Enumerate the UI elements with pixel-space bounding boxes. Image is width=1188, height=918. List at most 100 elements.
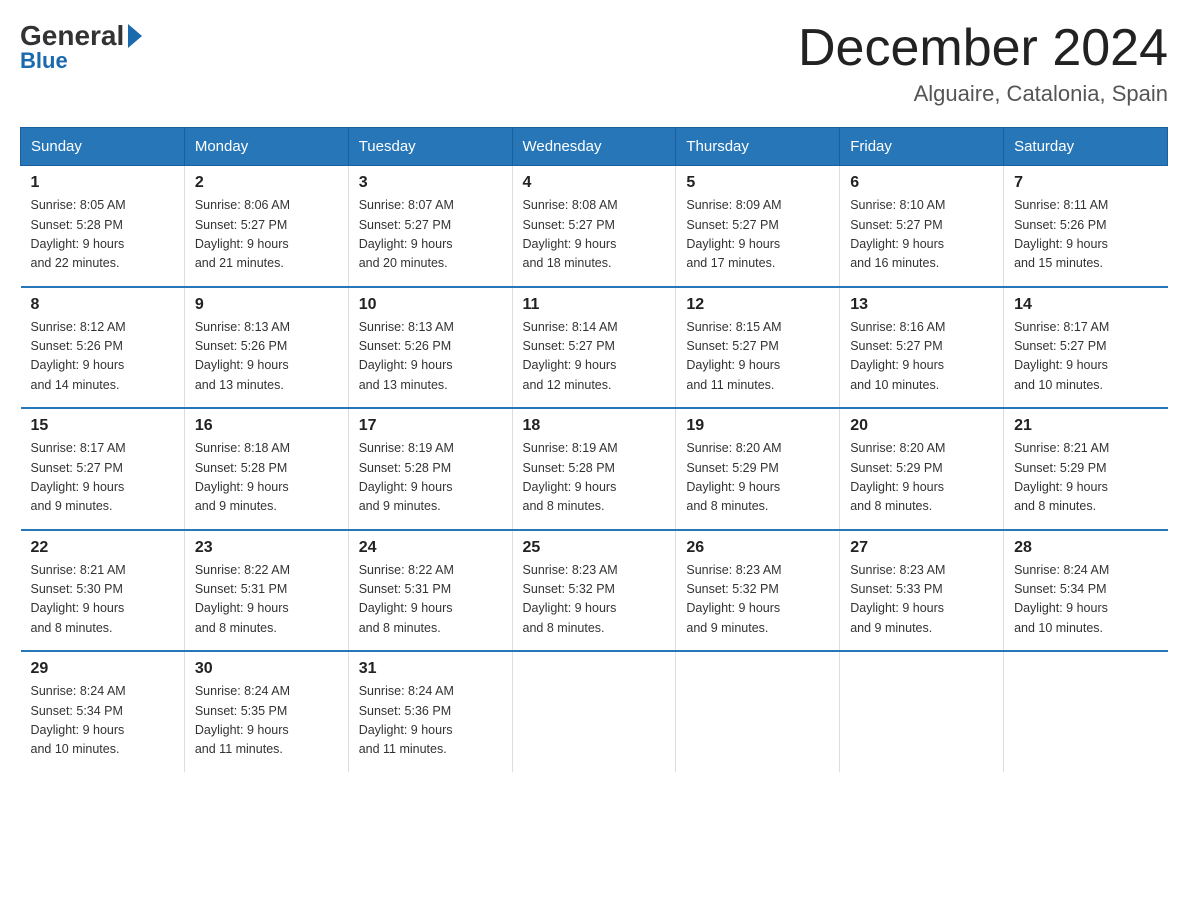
day-info: Sunrise: 8:08 AM Sunset: 5:27 PM Dayligh… [523,196,666,274]
day-info: Sunrise: 8:09 AM Sunset: 5:27 PM Dayligh… [686,196,829,274]
day-info: Sunrise: 8:12 AM Sunset: 5:26 PM Dayligh… [31,318,174,396]
day-info: Sunrise: 8:14 AM Sunset: 5:27 PM Dayligh… [523,318,666,396]
col-header-tuesday: Tuesday [348,128,512,166]
table-row: 1 Sunrise: 8:05 AM Sunset: 5:28 PM Daylig… [21,166,185,287]
day-info: Sunrise: 8:13 AM Sunset: 5:26 PM Dayligh… [359,318,502,396]
day-info: Sunrise: 8:20 AM Sunset: 5:29 PM Dayligh… [850,439,993,517]
col-header-wednesday: Wednesday [512,128,676,166]
day-number: 24 [359,539,502,557]
day-number: 10 [359,296,502,314]
table-row: 21 Sunrise: 8:21 AM Sunset: 5:29 PM Dayli… [1004,408,1168,530]
calendar-week-row: 22 Sunrise: 8:21 AM Sunset: 5:30 PM Dayli… [21,530,1168,652]
day-info: Sunrise: 8:07 AM Sunset: 5:27 PM Dayligh… [359,196,502,274]
day-number: 19 [686,417,829,435]
day-info: Sunrise: 8:13 AM Sunset: 5:26 PM Dayligh… [195,318,338,396]
day-number: 26 [686,539,829,557]
day-number: 18 [523,417,666,435]
table-row: 8 Sunrise: 8:12 AM Sunset: 5:26 PM Daylig… [21,287,185,409]
table-row: 12 Sunrise: 8:15 AM Sunset: 5:27 PM Dayli… [676,287,840,409]
day-number: 6 [850,174,993,192]
table-row: 24 Sunrise: 8:22 AM Sunset: 5:31 PM Dayli… [348,530,512,652]
day-number: 13 [850,296,993,314]
page-header: General Blue December 2024 Alguaire, Cat… [20,20,1168,107]
day-number: 1 [31,174,174,192]
calendar-week-row: 15Sunrise: 8:17 AM Sunset: 5:27 PM Dayli… [21,408,1168,530]
day-info: Sunrise: 8:11 AM Sunset: 5:26 PM Dayligh… [1014,196,1157,274]
day-info: Sunrise: 8:21 AM Sunset: 5:30 PM Dayligh… [31,561,174,639]
col-header-friday: Friday [840,128,1004,166]
calendar-header-row: Sunday Monday Tuesday Wednesday Thursday… [21,128,1168,166]
logo-blue-text: Blue [20,48,68,74]
calendar-week-row: 1 Sunrise: 8:05 AM Sunset: 5:28 PM Daylig… [21,166,1168,287]
table-row: 13 Sunrise: 8:16 AM Sunset: 5:27 PM Dayli… [840,287,1004,409]
day-info: Sunrise: 8:24 AM Sunset: 5:35 PM Dayligh… [195,682,338,760]
table-row: 5Sunrise: 8:09 AM Sunset: 5:27 PM Daylig… [676,166,840,287]
day-info: Sunrise: 8:05 AM Sunset: 5:28 PM Dayligh… [31,196,174,274]
day-number: 16 [195,417,338,435]
day-number: 12 [686,296,829,314]
day-number: 11 [523,296,666,314]
day-number: 30 [195,660,338,678]
day-info: Sunrise: 8:23 AM Sunset: 5:32 PM Dayligh… [523,561,666,639]
calendar-week-row: 29 Sunrise: 8:24 AM Sunset: 5:34 PM Dayli… [21,651,1168,772]
table-row: 2Sunrise: 8:06 AM Sunset: 5:27 PM Daylig… [184,166,348,287]
day-info: Sunrise: 8:15 AM Sunset: 5:27 PM Dayligh… [686,318,829,396]
day-number: 15 [31,417,174,435]
day-number: 7 [1014,174,1157,192]
day-number: 17 [359,417,502,435]
table-row: 4 Sunrise: 8:08 AM Sunset: 5:27 PM Daylig… [512,166,676,287]
day-info: Sunrise: 8:19 AM Sunset: 5:28 PM Dayligh… [523,439,666,517]
table-row: 25Sunrise: 8:23 AM Sunset: 5:32 PM Dayli… [512,530,676,652]
table-row: 15Sunrise: 8:17 AM Sunset: 5:27 PM Dayli… [21,408,185,530]
day-number: 28 [1014,539,1157,557]
table-row: 11 Sunrise: 8:14 AM Sunset: 5:27 PM Dayli… [512,287,676,409]
day-info: Sunrise: 8:24 AM Sunset: 5:34 PM Dayligh… [1014,561,1157,639]
day-number: 21 [1014,417,1157,435]
day-info: Sunrise: 8:24 AM Sunset: 5:34 PM Dayligh… [31,682,174,760]
day-number: 29 [31,660,174,678]
col-header-saturday: Saturday [1004,128,1168,166]
table-row: 27 Sunrise: 8:23 AM Sunset: 5:33 PM Dayli… [840,530,1004,652]
title-area: December 2024 Alguaire, Catalonia, Spain [798,20,1168,107]
day-info: Sunrise: 8:19 AM Sunset: 5:28 PM Dayligh… [359,439,502,517]
day-number: 4 [523,174,666,192]
day-number: 9 [195,296,338,314]
day-info: Sunrise: 8:17 AM Sunset: 5:27 PM Dayligh… [1014,318,1157,396]
day-info: Sunrise: 8:20 AM Sunset: 5:29 PM Dayligh… [686,439,829,517]
table-row [840,651,1004,772]
table-row: 6 Sunrise: 8:10 AM Sunset: 5:27 PM Daylig… [840,166,1004,287]
table-row: 9 Sunrise: 8:13 AM Sunset: 5:26 PM Daylig… [184,287,348,409]
table-row: 30 Sunrise: 8:24 AM Sunset: 5:35 PM Dayli… [184,651,348,772]
table-row: 31 Sunrise: 8:24 AM Sunset: 5:36 PM Dayli… [348,651,512,772]
table-row: 26Sunrise: 8:23 AM Sunset: 5:32 PM Dayli… [676,530,840,652]
day-number: 27 [850,539,993,557]
day-info: Sunrise: 8:21 AM Sunset: 5:29 PM Dayligh… [1014,439,1157,517]
day-info: Sunrise: 8:18 AM Sunset: 5:28 PM Dayligh… [195,439,338,517]
calendar-week-row: 8 Sunrise: 8:12 AM Sunset: 5:26 PM Daylig… [21,287,1168,409]
table-row: 28 Sunrise: 8:24 AM Sunset: 5:34 PM Dayli… [1004,530,1168,652]
month-title: December 2024 [798,20,1168,77]
day-info: Sunrise: 8:22 AM Sunset: 5:31 PM Dayligh… [195,561,338,639]
day-info: Sunrise: 8:16 AM Sunset: 5:27 PM Dayligh… [850,318,993,396]
table-row [676,651,840,772]
day-number: 8 [31,296,174,314]
logo-arrow-icon [128,24,142,48]
calendar-table: Sunday Monday Tuesday Wednesday Thursday… [20,127,1168,772]
day-info: Sunrise: 8:10 AM Sunset: 5:27 PM Dayligh… [850,196,993,274]
table-row: 23Sunrise: 8:22 AM Sunset: 5:31 PM Dayli… [184,530,348,652]
day-number: 14 [1014,296,1157,314]
day-number: 22 [31,539,174,557]
day-number: 31 [359,660,502,678]
col-header-monday: Monday [184,128,348,166]
table-row: 20 Sunrise: 8:20 AM Sunset: 5:29 PM Dayli… [840,408,1004,530]
day-number: 20 [850,417,993,435]
day-info: Sunrise: 8:22 AM Sunset: 5:31 PM Dayligh… [359,561,502,639]
logo: General Blue [20,20,142,74]
day-info: Sunrise: 8:24 AM Sunset: 5:36 PM Dayligh… [359,682,502,760]
day-info: Sunrise: 8:23 AM Sunset: 5:33 PM Dayligh… [850,561,993,639]
location: Alguaire, Catalonia, Spain [798,81,1168,107]
table-row [512,651,676,772]
table-row: 14 Sunrise: 8:17 AM Sunset: 5:27 PM Dayli… [1004,287,1168,409]
table-row [1004,651,1168,772]
table-row: 19 Sunrise: 8:20 AM Sunset: 5:29 PM Dayli… [676,408,840,530]
